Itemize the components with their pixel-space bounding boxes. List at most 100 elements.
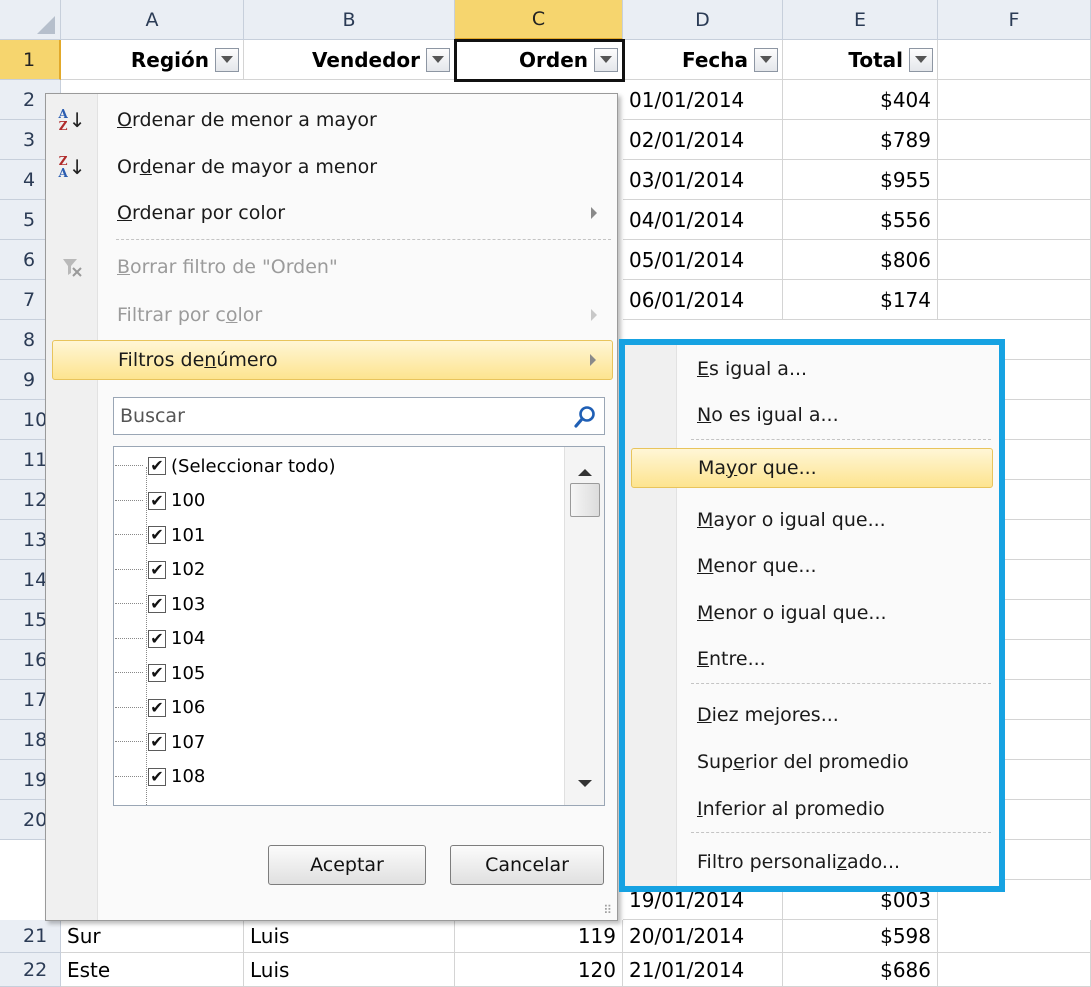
equals-item[interactable]: Es igual a... <box>631 349 993 389</box>
checkbox[interactable]: ✔ <box>148 595 166 613</box>
checkbox[interactable]: ✔ <box>148 629 166 648</box>
filter-value-item[interactable]: ✔ 104 <box>115 622 206 656</box>
seller-cell[interactable]: Luis <box>244 953 455 987</box>
access-key: O <box>117 202 132 224</box>
column-header-c[interactable]: C <box>455 0 623 40</box>
date-cell[interactable]: 03/01/2014 <box>623 160 783 200</box>
number-filters-item[interactable]: Filtros de n úmero <box>52 340 613 380</box>
cell[interactable] <box>938 920 1091 953</box>
scroll-down-icon[interactable] <box>578 780 592 787</box>
search-input[interactable]: Buscar <box>113 397 605 435</box>
resize-grip-icon[interactable]: ⠿ <box>603 903 613 917</box>
below-average-item[interactable]: Inferior al promedio <box>631 789 993 829</box>
date-cell[interactable]: 20/01/2014 <box>623 920 783 953</box>
header-cell-region: Región <box>61 40 244 80</box>
filter-value-item[interactable]: ✔ 100 <box>115 484 205 518</box>
label-part: s igual a... <box>709 358 808 380</box>
filter-value-label: 104 <box>171 628 206 649</box>
order-cell[interactable]: 120 <box>455 953 623 987</box>
checkbox[interactable]: ✔ <box>148 491 166 510</box>
select-all-corner[interactable] <box>0 0 61 40</box>
checkbox[interactable]: ✔ <box>148 733 166 751</box>
list-scrollbar[interactable] <box>564 447 604 805</box>
custom-filter-item[interactable]: Filtro personali z ado... <box>631 842 993 882</box>
filter-value-item[interactable]: ✔ 101 <box>115 518 205 552</box>
date-cell[interactable]: 06/01/2014 <box>623 280 783 320</box>
filter-value-item[interactable]: ✔ 106 <box>115 691 205 725</box>
between-item[interactable]: Entre... <box>631 639 993 679</box>
tree-connector <box>115 499 143 501</box>
checkbox[interactable]: ✔ <box>148 457 166 475</box>
cell[interactable] <box>938 160 1091 200</box>
label-part: Sup <box>697 751 734 773</box>
total-cell[interactable]: $806 <box>783 240 938 280</box>
total-cell[interactable]: $955 <box>783 160 938 200</box>
select-all-item[interactable]: ✔ (Seleccionar todo) <box>115 449 336 483</box>
less-or-equal-item[interactable]: Menor o igual que... <box>631 593 993 633</box>
total-cell[interactable]: $598 <box>783 920 938 953</box>
filter-by-color-item[interactable]: Filtrar por c o lor <box>52 295 613 335</box>
row-header[interactable]: 1 <box>0 40 61 80</box>
sort-ascending-item[interactable]: A Z ↓ Ordenar de menor a mayor <box>52 100 613 140</box>
clear-filter-item[interactable]: Borrar filtro de "Orden" <box>52 247 613 287</box>
cell[interactable] <box>938 120 1091 160</box>
checkbox[interactable]: ✔ <box>148 664 166 682</box>
column-header-a[interactable]: A <box>61 0 244 40</box>
date-cell[interactable]: 04/01/2014 <box>623 200 783 240</box>
cancel-button[interactable]: Cancelar <box>450 845 604 885</box>
header-cell-total: Total <box>783 40 938 80</box>
row-header[interactable]: 22 <box>0 953 61 987</box>
total-cell[interactable]: $404 <box>783 80 938 120</box>
total-cell[interactable]: $686 <box>783 953 938 987</box>
seller-cell[interactable]: Luis <box>244 920 455 953</box>
sort-descending-item[interactable]: Z A ↓ Or d enar de mayor a menor <box>52 147 613 187</box>
filter-value-item[interactable]: ✔ 102 <box>115 553 205 587</box>
date-cell[interactable]: 01/01/2014 <box>623 80 783 120</box>
top-ten-item[interactable]: Diez mejores... <box>631 695 993 735</box>
access-key: n <box>204 349 217 371</box>
scroll-up-icon[interactable] <box>578 469 592 476</box>
cell[interactable] <box>938 953 1091 987</box>
less-than-item[interactable]: Menor que... <box>631 546 993 586</box>
not-equals-item[interactable]: No es igual a... <box>631 395 993 435</box>
filter-dropdown-button[interactable] <box>594 47 618 72</box>
filter-value-item[interactable]: ✔ 108 <box>115 760 205 794</box>
filter-dropdown-button[interactable] <box>909 47 933 72</box>
checkbox[interactable]: ✔ <box>148 526 166 544</box>
checkbox[interactable]: ✔ <box>148 767 166 786</box>
total-cell[interactable]: $556 <box>783 200 938 240</box>
region-cell[interactable]: Sur <box>61 920 244 953</box>
checkbox[interactable]: ✔ <box>148 560 166 579</box>
above-average-item[interactable]: Sup e rior del promedio <box>631 742 993 782</box>
filter-dropdown-button[interactable] <box>215 47 239 72</box>
ok-button[interactable]: Aceptar <box>268 845 426 885</box>
cell[interactable] <box>938 280 1091 320</box>
total-cell[interactable]: $789 <box>783 120 938 160</box>
column-header-f[interactable]: F <box>938 0 1091 40</box>
column-header-b[interactable]: B <box>244 0 455 40</box>
cell[interactable] <box>938 200 1091 240</box>
cell[interactable] <box>938 40 1091 80</box>
date-cell[interactable]: 21/01/2014 <box>623 953 783 987</box>
label-part: rdenar por color <box>131 202 286 224</box>
scroll-thumb[interactable] <box>570 483 600 517</box>
order-cell[interactable]: 119 <box>455 920 623 953</box>
region-cell[interactable]: Este <box>61 953 244 987</box>
checkbox[interactable]: ✔ <box>148 698 166 717</box>
cell[interactable] <box>938 240 1091 280</box>
greater-than-item[interactable]: Ma y or que... <box>631 448 993 488</box>
greater-or-equal-item[interactable]: Mayor o igual que... <box>631 500 993 540</box>
filter-dropdown-button[interactable] <box>754 47 778 72</box>
total-cell[interactable]: $174 <box>783 280 938 320</box>
cell[interactable] <box>938 80 1091 120</box>
row-header[interactable]: 21 <box>0 920 61 953</box>
filter-value-item[interactable]: ✔ 107 <box>115 725 205 759</box>
filter-dropdown-button[interactable] <box>426 47 450 72</box>
date-cell[interactable]: 02/01/2014 <box>623 120 783 160</box>
sort-by-color-item[interactable]: Ordenar por color <box>52 193 613 233</box>
column-header-d[interactable]: D <box>623 0 783 40</box>
column-header-e[interactable]: E <box>783 0 938 40</box>
filter-value-item[interactable]: ✔ 105 <box>115 656 205 690</box>
date-cell[interactable]: 05/01/2014 <box>623 240 783 280</box>
filter-value-item[interactable]: ✔ 103 <box>115 587 205 621</box>
